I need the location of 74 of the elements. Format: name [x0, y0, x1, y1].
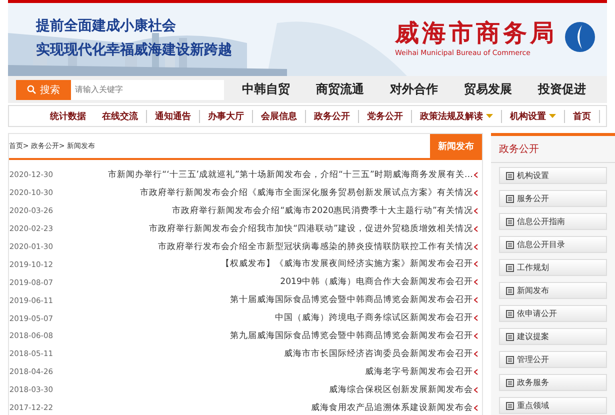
sidebar-item[interactable]: 政务服务 — [499, 374, 607, 391]
sidebar-item[interactable]: 信息公开指南 — [499, 213, 607, 230]
bullet-icon — [474, 315, 478, 322]
list-icon — [506, 264, 514, 272]
nav-link[interactable]: 政务公开 — [306, 110, 359, 122]
list-icon — [506, 356, 514, 364]
caret-icon — [486, 114, 493, 118]
bullet-icon — [474, 226, 478, 232]
news-link[interactable]: 第九届威海国际食品博览会暨中韩商品博览会新闻发布会召开 — [73, 330, 473, 342]
bullet-icon — [474, 208, 478, 214]
news-link[interactable]: 威海市市长国际经济咨询委员会新闻发布会召开 — [73, 348, 473, 360]
nav-link[interactable]: 对外合作 — [377, 81, 451, 98]
bullet-icon — [474, 244, 478, 250]
site-title: 威海市商务局 — [395, 18, 557, 49]
sidebar-item[interactable]: 信息公开目录 — [499, 236, 607, 253]
sidebar-item[interactable]: 重点领域 — [499, 397, 607, 414]
nav-link[interactable]: 在线交流 — [94, 110, 147, 122]
news-link[interactable]: 2019中韩（威海）电商合作大会新闻发布会召开 — [73, 276, 473, 288]
list-icon — [506, 378, 514, 386]
nav-link[interactable]: 统计数据 — [42, 110, 94, 122]
bullet-icon — [474, 261, 478, 268]
bullet-icon — [474, 350, 478, 357]
bullet-icon — [474, 368, 478, 375]
news-link[interactable]: 第十届威海国际食品博览会暨中韩商品博览会新闻发布会召开 — [73, 294, 473, 306]
bullet-icon — [474, 332, 478, 339]
nav-link[interactable]: 投资促进 — [525, 81, 599, 98]
nav-link[interactable]: 商贸流通 — [303, 81, 377, 98]
bullet-icon — [474, 190, 478, 196]
nav-link[interactable]: 会展信息 — [253, 110, 306, 122]
news-link[interactable]: 市政府举行新闻发布会介绍“威海市2020惠民消费季十大主题行动”有关情况 — [73, 204, 473, 217]
news-link[interactable]: 【权威发布】《威海市发展夜间经济实施方案》新闻发布会召开 — [73, 258, 473, 270]
slogan: 提前全面建成小康社会 — [36, 17, 177, 35]
list-icon — [506, 172, 514, 180]
list-icon — [506, 286, 514, 294]
sidebar-item[interactable]: 新闻发布 — [499, 282, 607, 299]
news-link[interactable]: 中国（威海）跨境电子商务综试区新闻发布会召开 — [73, 312, 473, 324]
sidebar-item[interactable]: 建议提案 — [499, 328, 607, 345]
nav-link[interactable]: 党务公开 — [359, 110, 412, 122]
news-link[interactable]: 市政府举行新闻发布会介绍《威海市全面深化服务贸易创新发展试点方案》有关情况 — [73, 186, 473, 199]
bullet-icon — [474, 297, 478, 304]
bullet-icon — [474, 386, 478, 393]
sidebar-item[interactable]: 管理公开 — [499, 351, 607, 368]
news-link[interactable]: 市政府举行发布会介绍全市新型冠状病毒感染的肺炎疫情联防联控工作有关情况 — [73, 240, 473, 252]
sidebar-item[interactable]: 机构设置 — [499, 167, 607, 184]
nav-link[interactable]: 办事大厅 — [200, 110, 253, 122]
list-icon — [506, 218, 514, 226]
logo-icon — [565, 22, 595, 52]
nav-link[interactable]: 通知通告 — [147, 110, 200, 122]
news-link[interactable]: 威海食用农产品追溯体系建设新闻发布会 — [73, 402, 473, 414]
news-link[interactable]: 市政府举行新闻发布会介绍我市加快“四港联动”建设，促进外贸稳质增效相关情况 — [73, 222, 473, 235]
sidebar-item[interactable]: 服务公开 — [499, 190, 607, 207]
slogan: 实现现代化幸福威海建设新跨越 — [36, 41, 232, 59]
sidebar-item[interactable]: 工作规划 — [499, 259, 607, 276]
bullet-icon — [474, 279, 478, 286]
search-icon — [27, 85, 36, 94]
list-icon — [506, 310, 514, 318]
sidebar-item[interactable]: 依申请公开 — [499, 305, 607, 322]
nav-link[interactable]: 首页 — [565, 110, 600, 122]
list-icon — [506, 402, 514, 410]
news-link[interactable]: 威海老字号新闻发布会召开 — [73, 366, 473, 378]
bullet-icon — [474, 172, 478, 178]
bullet-icon — [474, 404, 478, 411]
nav-link[interactable]: 中韩自贸 — [229, 81, 303, 98]
news-link[interactable]: 市新闻办举行“‘十三五’成就巡礼”第十场新闻发布会，介绍“十三五”时期威海商务发展有关… — [73, 168, 473, 181]
news-link[interactable]: 威海综合保税区创新发展新闻发布会 — [73, 384, 473, 396]
list-icon — [506, 194, 514, 202]
nav-link[interactable]: 机构设置 — [502, 110, 565, 122]
nav-link[interactable]: 贸易发展 — [451, 81, 525, 98]
caret-icon — [549, 114, 556, 118]
list-icon — [506, 240, 514, 248]
sidebar-title: 政务公开 — [491, 136, 615, 163]
list-icon — [506, 332, 514, 340]
search-field[interactable]: 请输入关键字 — [71, 80, 224, 100]
nav-link[interactable]: 政策法规及解读 — [412, 110, 502, 122]
